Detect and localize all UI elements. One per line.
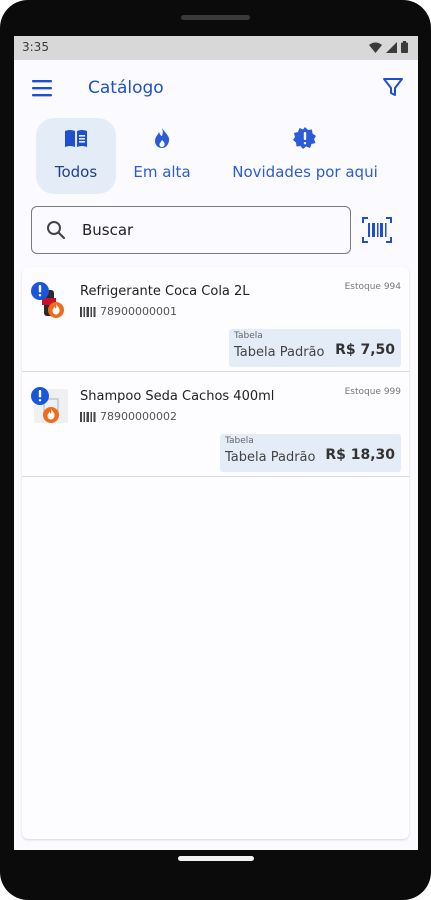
product-code-text: 78900000002 [100,410,177,423]
stock-label: Estoque 999 [344,387,401,397]
wifi-icon [369,42,382,53]
product-code-text: 78900000001 [100,305,177,318]
speaker-grille [181,15,250,20]
product-name: Refrigerante Coca Cola 2L [80,284,250,299]
book-open-icon [65,130,87,147]
list-item[interactable]: Shampoo Seda Cachos 400ml 78900000002 Es… [22,372,409,477]
battery-icon [401,41,408,53]
price-table: Tabela Tabela Padrão R$ 18,30 [220,434,401,472]
tab-novidades-por-aqui[interactable]: Novidades por aqui [220,118,390,194]
tab-label: Em alta [133,163,191,181]
product-thumbnail [31,282,64,318]
tab-label: Todos [54,163,98,181]
product-code: 78900000001 [80,305,177,318]
barcode-scan-icon[interactable] [362,216,392,244]
status-time: 3:35 [22,40,49,54]
barcode-icon [80,411,96,422]
stock-label: Estoque 994 [344,282,401,292]
product-thumbnail [31,387,68,423]
search-row [14,206,418,256]
page-title: Catálogo [88,78,164,98]
status-icons [369,41,408,53]
search-box [31,206,351,254]
price-table-label: Tabela [225,436,254,446]
app-bar: Catálogo [14,60,418,116]
tab-em-alta[interactable]: Em alta [126,118,198,194]
tab-todos[interactable]: Todos [36,118,116,194]
price-table-name: Tabela Padrão [225,450,316,465]
product-list: Refrigerante Coca Cola 2L 78900000001 Es… [22,267,409,839]
product-name: Shampoo Seda Cachos 400ml [80,389,275,404]
cellular-signal-icon [386,41,397,53]
device-frame: 3:35 Catálogo Todos Em alta Novidades po… [0,0,431,900]
search-input[interactable] [80,216,334,244]
search-icon [47,221,66,240]
product-price: R$ 18,30 [325,447,395,463]
filter-icon[interactable] [382,76,404,98]
hamburger-menu-icon[interactable] [32,79,54,97]
price-table-name: Tabela Padrão [234,345,325,360]
list-item[interactable]: Refrigerante Coca Cola 2L 78900000001 Es… [22,267,409,372]
tab-label: Novidades por aqui [232,163,378,181]
home-indicator[interactable] [178,856,254,861]
app-screen: 3:35 Catálogo Todos Em alta Novidades po… [14,36,418,850]
price-table: Tabela Tabela Padrão R$ 7,50 [229,329,401,367]
flame-icon [155,128,170,148]
barcode-icon [80,306,96,317]
product-code: 78900000002 [80,410,177,423]
category-tabs: Todos Em alta Novidades por aqui [14,118,418,196]
price-table-label: Tabela [234,331,263,341]
new-badge-icon [293,127,316,149]
status-bar: 3:35 [14,36,418,60]
product-price: R$ 7,50 [335,342,395,358]
